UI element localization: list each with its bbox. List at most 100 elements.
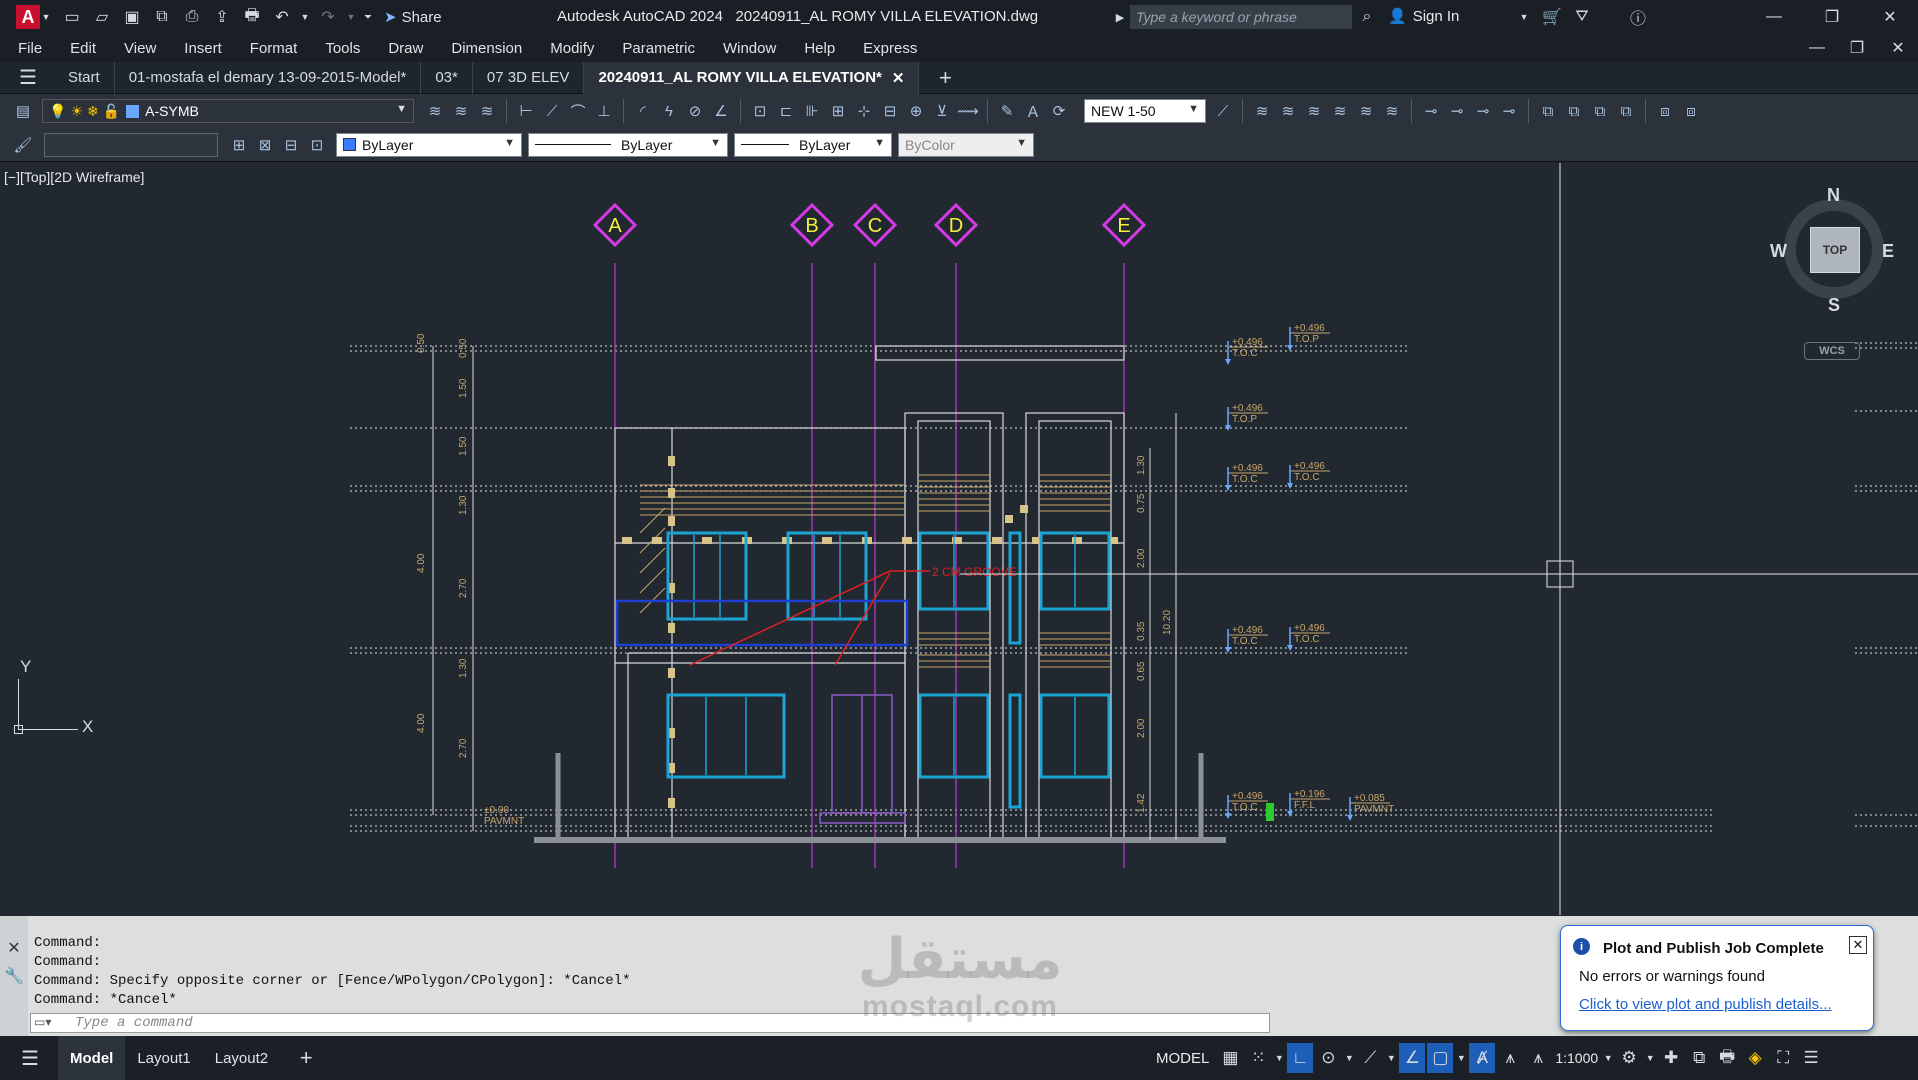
color-dropdown[interactable]: ByLayer ▼ — [336, 132, 522, 157]
osnap-tracking-icon[interactable]: ∠ — [1399, 1043, 1426, 1073]
layer-merge-icon[interactable]: ≋ — [1303, 100, 1325, 122]
workspace-gear-icon[interactable]: ⚙ — [1616, 1043, 1642, 1073]
dim-style-icon[interactable]: ⟋ — [1212, 100, 1234, 122]
tolerance-icon[interactable]: ⊟ — [879, 100, 901, 122]
customize-qat-icon[interactable]: ⏷ — [362, 5, 374, 29]
tab-close-icon[interactable]: ✕ — [892, 69, 905, 87]
send-under-icon[interactable]: ⧉ — [1615, 100, 1637, 122]
jogged-linear-icon[interactable]: ⟿ — [957, 100, 979, 122]
create-block-icon[interactable]: ⊠ — [254, 134, 276, 156]
drawing-restore-icon[interactable]: ❐ — [1845, 36, 1869, 60]
dim-text-edit-icon[interactable]: Ａ — [1022, 100, 1044, 122]
layer-off-icon[interactable]: ≋ — [1381, 100, 1403, 122]
annotation-monitor-icon[interactable]: ✚ — [1658, 1043, 1684, 1073]
export-icon[interactable]: ⇪ — [210, 5, 234, 29]
units-icon[interactable]: ⧉ — [1686, 1043, 1712, 1073]
compass-south[interactable]: S — [1828, 295, 1840, 316]
menu-item-edit[interactable]: Edit — [56, 40, 110, 57]
workspace-dropdown-icon[interactable]: ▼ — [1644, 1043, 1656, 1073]
sign-in-dropdown-icon[interactable]: ▼ — [1512, 5, 1536, 29]
auto-scale-icon[interactable]: ⩚ — [1497, 1043, 1523, 1073]
text-front-icon[interactable]: ⧈ — [1654, 100, 1676, 122]
search-input[interactable]: Type a keyword or phrase — [1130, 5, 1352, 29]
view-cube[interactable]: TOP N S E W — [1770, 185, 1898, 316]
annotation-scale-icon[interactable]: ⩚ — [1525, 1043, 1551, 1073]
clean-screen-icon[interactable]: ⛶ — [1770, 1043, 1796, 1073]
scale-dropdown-icon[interactable]: ▼ — [1602, 1043, 1614, 1073]
plotstyle-dropdown[interactable]: ByColor ▼ — [898, 132, 1034, 157]
save-as-icon[interactable]: ⧉ — [150, 5, 174, 29]
compass-north[interactable]: N — [1827, 185, 1840, 206]
menu-item-draw[interactable]: Draw — [374, 40, 437, 57]
search-icon[interactable]: ⌕ — [1355, 5, 1379, 29]
layer-dropdown[interactable]: 💡 ☀ ❄ 🔓 A-SYMB ▼ — [42, 99, 414, 123]
hatch-back-icon[interactable]: ⧈ — [1680, 100, 1702, 122]
dim-angular-icon[interactable]: ∠ — [710, 100, 732, 122]
layer-properties-icon[interactable]: ▤ — [12, 100, 34, 122]
layer-unlock-icon[interactable]: ⊸ — [1446, 100, 1468, 122]
isolate-objects-icon[interactable]: ◈ — [1742, 1043, 1768, 1073]
close-icon[interactable]: ✕ — [1878, 5, 1902, 29]
lineweight-dropdown[interactable]: ByLayer ▼ — [734, 132, 892, 157]
center-mark-icon[interactable]: ⊕ — [905, 100, 927, 122]
menu-item-parametric[interactable]: Parametric — [608, 40, 709, 57]
polar-icon[interactable]: ⊙ — [1315, 1043, 1341, 1073]
menu-item-insert[interactable]: Insert — [170, 40, 236, 57]
file-tab[interactable]: 03* — [421, 61, 473, 94]
save-icon[interactable]: ▣ — [120, 5, 144, 29]
sign-in-button[interactable]: 👤 Sign In — [1388, 7, 1459, 26]
command-close-icon[interactable]: ✕ — [2, 936, 26, 960]
menu-item-file[interactable]: File — [4, 40, 56, 57]
block-editor-icon[interactable]: ⊡ — [306, 134, 328, 156]
layout-tab[interactable]: Layout1 — [125, 1036, 202, 1080]
draw-order-front-icon[interactable]: ⧉ — [1537, 100, 1559, 122]
dim-linear-icon[interactable]: ⊢ — [515, 100, 537, 122]
status-hamburger-icon[interactable]: ☰ — [18, 1046, 42, 1070]
menu-item-tools[interactable]: Tools — [311, 40, 374, 57]
menu-item-format[interactable]: Format — [236, 40, 312, 57]
dim-arc-icon[interactable]: ⌒ — [567, 100, 589, 122]
layout-tab[interactable]: Layout2 — [203, 1036, 280, 1080]
plotter-icon[interactable]: 🖶 — [1714, 1043, 1740, 1073]
customization-icon[interactable]: ☰ — [1798, 1043, 1824, 1073]
redo-dropdown-icon[interactable]: ▼ — [346, 5, 356, 29]
new-tab-plus-icon[interactable]: + — [933, 65, 957, 90]
layer-match-icon[interactable]: ≋ — [424, 100, 446, 122]
bring-above-icon[interactable]: ⧉ — [1589, 100, 1611, 122]
osnap-icon[interactable]: ▢ — [1427, 1043, 1454, 1073]
dim-radius-icon[interactable]: ◜ — [632, 100, 654, 122]
undo-icon[interactable]: ↶ — [270, 5, 294, 29]
snap-dropdown-icon[interactable]: ▼ — [1273, 1043, 1285, 1073]
notification-link[interactable]: Click to view plot and publish details..… — [1579, 996, 1832, 1013]
dim-space-icon[interactable]: ⊞ — [827, 100, 849, 122]
search-expand-icon[interactable]: ▶ — [1108, 5, 1132, 29]
app-menu-chevron-icon[interactable]: ▼ — [40, 5, 52, 29]
dim-update-icon[interactable]: ⟳ — [1048, 100, 1070, 122]
publish-icon[interactable]: ⎙ — [180, 5, 204, 29]
view-cube-top-face[interactable]: TOP — [1810, 227, 1860, 273]
ortho-icon[interactable]: ∟ — [1287, 1043, 1314, 1073]
layer-on-icon[interactable]: ⊸ — [1498, 100, 1520, 122]
layer-thaw-icon[interactable]: ⊸ — [1472, 100, 1494, 122]
polar-dropdown-icon[interactable]: ▼ — [1343, 1043, 1355, 1073]
hamburger-menu-icon[interactable]: ☰ — [16, 66, 40, 90]
menu-item-help[interactable]: Help — [790, 40, 849, 57]
snap-icon[interactable]: ⁙ — [1245, 1043, 1271, 1073]
dim-jogged-icon[interactable]: ϟ — [658, 100, 680, 122]
menu-item-dimension[interactable]: Dimension — [437, 40, 536, 57]
draw-order-back-icon[interactable]: ⧉ — [1563, 100, 1585, 122]
app-logo[interactable]: A — [16, 5, 40, 29]
write-block-icon[interactable]: ⊟ — [280, 134, 302, 156]
layer-lock-icon[interactable]: ⊸ — [1420, 100, 1442, 122]
drawing-minimize-icon[interactable]: — — [1805, 36, 1829, 60]
dim-ordinate-icon[interactable]: ⊥ — [593, 100, 615, 122]
undo-dropdown-icon[interactable]: ▼ — [300, 5, 310, 29]
drawing-viewport[interactable]: [−][Top][2D Wireframe] 2 CM GROOVE 0.50 … — [0, 163, 1918, 915]
cart-icon[interactable]: 🛒 — [1540, 5, 1564, 29]
wcs-menu[interactable]: WCS — [1804, 342, 1860, 360]
layer-previous-icon[interactable]: ≋ — [450, 100, 472, 122]
share-button[interactable]: ➤ Share — [384, 8, 442, 27]
baseline-icon[interactable]: ⊏ — [775, 100, 797, 122]
blank-input[interactable] — [44, 132, 218, 157]
new-layout-plus-icon[interactable]: + — [294, 1045, 318, 1070]
